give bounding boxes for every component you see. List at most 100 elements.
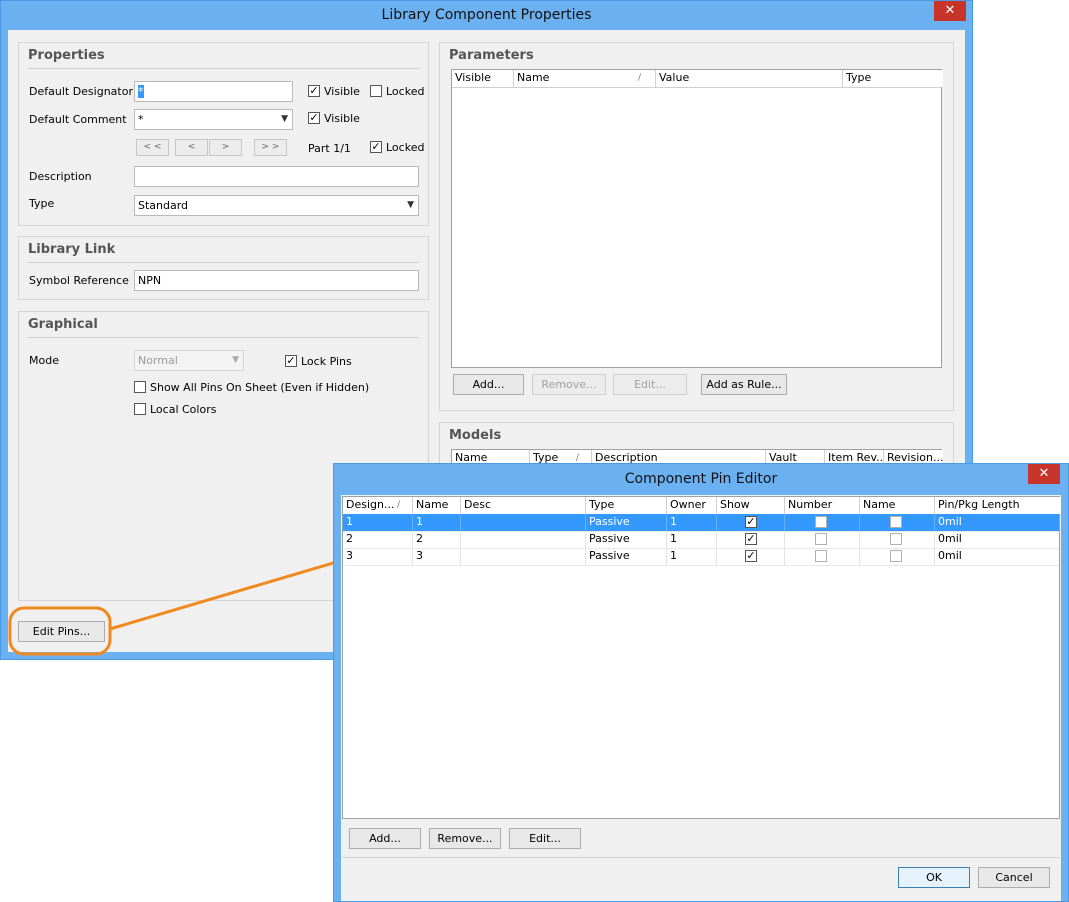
pin-number-cell bbox=[785, 514, 860, 531]
previous-part-button[interactable]: < bbox=[175, 139, 208, 156]
column-name-visible[interactable]: Name bbox=[860, 497, 935, 514]
description-label: Description bbox=[29, 170, 92, 183]
symbol-reference-input[interactable]: NPN bbox=[134, 270, 419, 291]
show-all-pins-checkbox[interactable] bbox=[134, 381, 146, 393]
column-owner[interactable]: Owner bbox=[667, 497, 717, 514]
pin-designator: 2 bbox=[343, 531, 413, 548]
pin-show-cell: ✓ bbox=[717, 514, 785, 531]
pin-owner: 1 bbox=[667, 514, 717, 531]
pin-length: 0mil bbox=[938, 549, 962, 562]
lock-pins-checkbox[interactable]: ✓ bbox=[285, 355, 297, 367]
name-visible-checkbox[interactable] bbox=[890, 516, 902, 528]
pin-type: Passive bbox=[586, 514, 667, 531]
pin-desc bbox=[461, 514, 586, 531]
name-visible-checkbox[interactable] bbox=[890, 550, 902, 562]
column-designator[interactable]: Design... / bbox=[343, 497, 413, 514]
column-value[interactable]: Value bbox=[656, 70, 843, 87]
pin-length: 0mil bbox=[938, 532, 962, 545]
column-name-label: Name bbox=[517, 71, 550, 84]
number-visible-checkbox[interactable] bbox=[815, 533, 827, 545]
library-link-group: Library Link Symbol Reference NPN bbox=[18, 236, 429, 300]
designator-visible-label: Visible bbox=[324, 85, 360, 98]
table-row[interactable]: 3 3 Passive 1 ✓ 0mil bbox=[343, 548, 1059, 566]
pin-desc bbox=[461, 548, 586, 565]
show-checkbox[interactable]: ✓ bbox=[745, 516, 757, 528]
add-parameter-button[interactable]: Add... bbox=[453, 374, 524, 395]
type-label: Type bbox=[29, 197, 55, 210]
mode-combo[interactable]: Normal ▼ bbox=[134, 350, 244, 371]
remove-pin-button[interactable]: Remove... bbox=[429, 828, 501, 849]
window-title: Library Component Properties bbox=[1, 1, 972, 30]
show-checkbox[interactable]: ✓ bbox=[745, 533, 757, 545]
default-designator-input[interactable]: * bbox=[134, 81, 293, 102]
pin-grid[interactable]: Design... / Name Desc Type Owner Show Nu… bbox=[342, 496, 1061, 819]
library-link-title: Library Link bbox=[28, 242, 116, 257]
symbol-reference-label: Symbol Reference bbox=[29, 274, 129, 287]
edit-pin-button[interactable]: Edit... bbox=[509, 828, 581, 849]
pin-owner: 1 bbox=[667, 548, 717, 565]
edit-parameter-button[interactable]: Edit... bbox=[613, 374, 687, 395]
window-frame-left bbox=[1, 30, 8, 659]
column-pin-name[interactable]: Name bbox=[413, 497, 461, 514]
close-button[interactable]: ✕ bbox=[1028, 464, 1060, 484]
designator-locked-checkbox[interactable] bbox=[370, 85, 382, 97]
show-checkbox[interactable]: ✓ bbox=[745, 550, 757, 562]
divider bbox=[28, 337, 419, 338]
table-row[interactable]: 1 1 Passive 1 ✓ 0mil bbox=[343, 514, 1059, 532]
divider bbox=[342, 857, 1060, 858]
pin-name-visible-cell bbox=[860, 548, 935, 565]
window-frame-left bbox=[334, 495, 341, 901]
column-designator-label: Design... bbox=[346, 498, 395, 511]
description-input[interactable] bbox=[134, 166, 419, 187]
parameters-header: Visible Name / Value Type bbox=[452, 70, 943, 88]
table-row[interactable]: 2 2 Passive 1 ✓ 0mil bbox=[343, 531, 1059, 549]
sort-indicator-icon: / bbox=[638, 73, 642, 83]
add-as-rule-button[interactable]: Add as Rule... bbox=[701, 374, 787, 395]
column-name[interactable]: Name / bbox=[514, 70, 656, 87]
part-indicator: Part 1/1 bbox=[308, 142, 351, 155]
column-type[interactable]: Type bbox=[843, 70, 943, 87]
parameters-grid[interactable]: Visible Name / Value Type bbox=[451, 69, 943, 368]
chevron-down-icon: ▼ bbox=[232, 355, 239, 365]
default-comment-combo[interactable]: * ▼ bbox=[134, 109, 293, 130]
comment-visible-checkbox[interactable]: ✓ bbox=[308, 112, 320, 124]
last-part-button[interactable]: > > bbox=[254, 139, 287, 156]
pin-show-cell: ✓ bbox=[717, 531, 785, 548]
comment-visible-label: Visible bbox=[324, 112, 360, 125]
designator-visible-checkbox[interactable]: ✓ bbox=[308, 85, 320, 97]
local-colors-checkbox[interactable] bbox=[134, 403, 146, 415]
divider bbox=[28, 262, 419, 263]
pin-designator: 3 bbox=[343, 548, 413, 565]
graphical-title: Graphical bbox=[28, 317, 98, 332]
edit-pins-button[interactable]: Edit Pins... bbox=[18, 621, 105, 642]
type-combo[interactable]: Standard ▼ bbox=[134, 195, 419, 216]
pin-name: 2 bbox=[413, 531, 461, 548]
mode-value: Normal bbox=[138, 354, 178, 367]
ok-button[interactable]: OK bbox=[898, 867, 970, 888]
next-part-button[interactable]: > bbox=[209, 139, 242, 156]
column-number[interactable]: Number bbox=[785, 497, 860, 514]
pin-grid-header: Design... / Name Desc Type Owner Show Nu… bbox=[343, 497, 1061, 515]
parameters-title: Parameters bbox=[449, 48, 534, 63]
name-visible-checkbox[interactable] bbox=[890, 533, 902, 545]
number-visible-checkbox[interactable] bbox=[815, 516, 827, 528]
lock-pins-label: Lock Pins bbox=[301, 355, 352, 368]
add-pin-button[interactable]: Add... bbox=[349, 828, 421, 849]
divider bbox=[28, 68, 419, 69]
show-all-pins-label: Show All Pins On Sheet (Even if Hidden) bbox=[150, 381, 370, 394]
column-pin-length[interactable]: Pin/Pkg Length bbox=[935, 497, 1061, 514]
pin-editor-title: Component Pin Editor bbox=[334, 464, 1068, 495]
remove-parameter-button[interactable]: Remove... bbox=[532, 374, 606, 395]
first-part-button[interactable]: < < bbox=[136, 139, 169, 156]
column-type[interactable]: Type bbox=[586, 497, 667, 514]
pin-length: 0mil bbox=[938, 515, 962, 528]
column-visible[interactable]: Visible bbox=[452, 70, 514, 87]
close-button[interactable]: ✕ bbox=[934, 1, 966, 21]
designator-locked-label: Locked bbox=[386, 85, 425, 98]
column-show[interactable]: Show bbox=[717, 497, 785, 514]
pin-type: Passive bbox=[586, 548, 667, 565]
cancel-button[interactable]: Cancel bbox=[978, 867, 1050, 888]
part-locked-checkbox[interactable]: ✓ bbox=[370, 141, 382, 153]
column-desc[interactable]: Desc bbox=[461, 497, 586, 514]
number-visible-checkbox[interactable] bbox=[815, 550, 827, 562]
